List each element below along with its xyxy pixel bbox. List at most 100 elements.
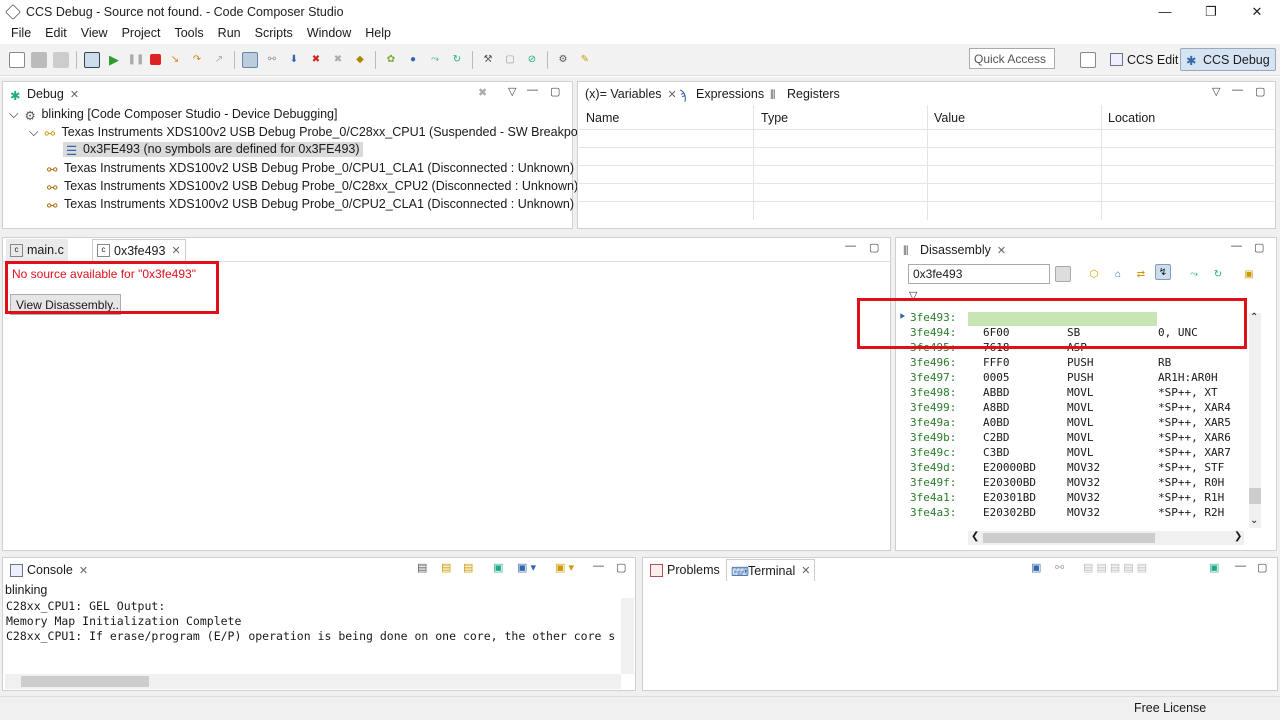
display-console-icon[interactable]: ▣ ▾ [517,561,536,574]
tab-source-not-found[interactable]: c 0x3fe493 ✕ [92,239,186,261]
minimize-icon[interactable]: — [593,560,604,572]
resume-icon[interactable]: ▶ [106,52,122,68]
restore-button[interactable]: ❐ [1188,0,1234,23]
terminal-tools-icons[interactable]: ▤ ▤ ▤ ▤ ▤ [1083,561,1147,574]
debug-run-icon[interactable]: ✿ [383,52,399,68]
flash-icon[interactable]: ◆ [352,52,368,68]
close-icon[interactable]: ✕ [79,564,88,577]
restart-icon[interactable]: ✖ [308,52,324,68]
tree-item-blinking[interactable]: ⌵ ⚙ blinking [Code Composer Studio - Devic… [9,107,337,123]
minimize-icon[interactable]: — [1232,84,1243,96]
close-icon[interactable]: ✕ [171,244,180,257]
disconnect-terminal-icon[interactable]: ⚯ [1055,561,1064,574]
step-into-icon[interactable]: ↘ [167,52,183,68]
show-pc-icon[interactable]: ⬡ [1086,266,1102,282]
maximize-icon[interactable]: ▢ [550,85,560,98]
tree-item-frame[interactable]: ☰ 0x3FE493 (no symbols are defined for 0x… [63,142,363,158]
column-name[interactable]: Name [586,111,619,125]
pin-icon[interactable]: ✎ [577,52,593,68]
minimize-icon[interactable]: — [845,240,856,252]
column-type[interactable]: Type [761,111,788,125]
ccs-edit-perspective[interactable]: CCS Edit [1105,48,1183,71]
tab-console[interactable]: Console ✕ [6,559,92,581]
tab-terminal[interactable]: ⌨ Terminal ✕ [726,559,816,581]
disconnect-icon[interactable]: ⚯ [264,52,280,68]
open-terminal-icon[interactable]: ▣ [1031,561,1041,574]
open-console-icon[interactable]: ▣ ▾ [555,561,574,574]
column-location[interactable]: Location [1108,111,1155,125]
bug-icon[interactable]: ● [405,52,421,68]
pin-console-icon[interactable]: ▣ [493,561,503,574]
tab-main-c[interactable]: c main.c [6,239,68,261]
menu-edit[interactable]: Edit [38,26,74,40]
search-icon[interactable]: ⊘ [524,52,540,68]
expand-icon[interactable]: ⌵ [9,107,18,121]
remove-all-terminated-icon[interactable]: ✖ [478,86,487,99]
save-all-icon[interactable] [53,51,69,68]
minimize-icon[interactable]: — [1231,240,1242,252]
menu-run[interactable]: Run [211,26,248,40]
expand-icon[interactable]: ⌵ [29,125,38,139]
close-button[interactable]: ✕ [1234,0,1280,23]
step-into-asm-icon[interactable]: ⤳ [1186,266,1202,282]
column-value[interactable]: Value [934,111,965,125]
minimize-icon[interactable]: — [1235,560,1246,572]
connect-icon[interactable] [242,51,258,68]
menu-window[interactable]: Window [300,26,358,40]
close-icon[interactable]: ✕ [70,88,79,101]
menu-view[interactable]: View [74,26,115,40]
open-perspective-icon[interactable]: ▢ [502,52,518,68]
sync-icon[interactable]: ↯ [1155,264,1171,280]
address-input[interactable]: 0x3fe493 [908,264,1050,284]
settings-icon[interactable]: ⚙ [555,52,571,68]
minimize-icon[interactable]: — [527,84,538,96]
tab-debug[interactable]: ✱ Debug ✕ [6,83,83,105]
menu-tools[interactable]: Tools [167,26,210,40]
maximize-icon[interactable]: ▢ [1254,241,1264,254]
disassembly-vscroll-thumb[interactable] [1249,488,1261,504]
console-vscroll[interactable] [621,598,634,674]
scroll-down-icon[interactable]: ⌄ [1250,515,1258,526]
tree-item-cla2[interactable]: ⚯ Texas Instruments XDS100v2 USB Debug Pr… [47,197,574,213]
ccs-debug-perspective[interactable]: ✱ CCS Debug [1180,48,1276,71]
new-icon[interactable] [9,51,25,68]
console-hscroll-thumb[interactable] [21,676,149,687]
maximize-icon[interactable]: ▢ [1255,85,1265,98]
reset-icon[interactable]: ✖ [330,52,346,68]
home-icon[interactable]: ⌂ [1110,266,1126,282]
tree-item-cla1[interactable]: ⚯ Texas Instruments XDS100v2 USB Debug Pr… [47,161,574,177]
step-return-icon[interactable]: ↗ [211,52,227,68]
scroll-lock-icon[interactable]: ▤ [441,561,451,574]
scroll-up-icon[interactable]: ⌃ [1250,312,1258,323]
tree-item-cpu2[interactable]: ⚯ Texas Instruments XDS100v2 USB Debug Pr… [47,179,578,195]
tab-registers[interactable]: ⦀ Registers [766,83,844,105]
terminate-icon[interactable] [150,54,161,65]
load-program-icon[interactable]: ⬇ [286,52,302,68]
clear-console-icon[interactable]: ▤ [417,561,427,574]
scroll-right-icon[interactable]: ❯ [1234,531,1242,542]
menu-project[interactable]: Project [115,26,168,40]
debug-view-icon[interactable] [84,51,100,68]
tab-disassembly[interactable]: ⦀ Disassembly ✕ [899,239,1010,261]
quick-access-input[interactable]: Quick Access [969,48,1055,69]
disassembly-hscroll-thumb[interactable] [983,533,1155,543]
maximize-icon[interactable]: ▢ [869,241,879,254]
open-perspective-button-icon[interactable] [1080,52,1096,68]
step-over-asm-icon[interactable]: ↻ [1210,266,1226,282]
tab-problems[interactable]: Problems [646,559,724,581]
pin-terminal-icon[interactable]: ▣ [1209,561,1219,574]
assembly-over-icon[interactable]: ↻ [449,52,465,68]
view-menu-icon[interactable]: ▽ [1212,85,1220,98]
word-wrap-icon[interactable]: ▤ [463,561,473,574]
assembly-step-icon[interactable]: ⤳ [427,52,443,68]
new-view-icon[interactable]: ▣ [1241,266,1257,282]
close-icon[interactable]: ✕ [997,244,1006,257]
save-icon[interactable] [31,51,47,68]
view-menu-icon[interactable]: ▽ [508,85,516,98]
tab-variables[interactable]: (x)= Variables ✕ [581,83,681,105]
maximize-icon[interactable]: ▢ [1257,561,1267,574]
menu-scripts[interactable]: Scripts [248,26,300,40]
suspend-icon[interactable]: ❚❚ [128,52,145,68]
scroll-left-icon[interactable]: ❮ [971,531,979,542]
external-tools-icon[interactable]: ⚒ [480,52,496,68]
